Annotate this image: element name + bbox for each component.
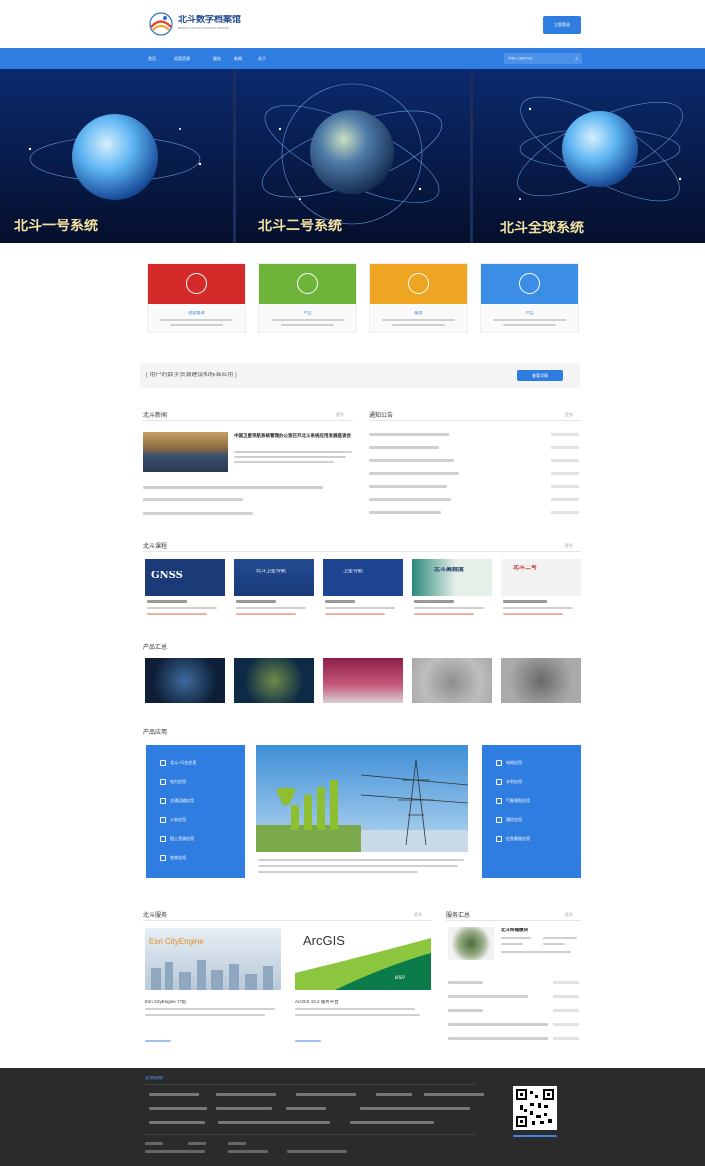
header-action-button[interactable]: 立即登录: [543, 16, 581, 34]
service-product-title[interactable]: 北斗终端模块: [501, 928, 528, 933]
item-icon: [496, 798, 502, 804]
eye-icon: [519, 273, 540, 294]
nav-item-about[interactable]: 关于: [258, 56, 266, 62]
nav-item-home[interactable]: 首页: [148, 56, 156, 62]
solutions-left-item-5[interactable]: 国土资源应用: [160, 836, 194, 842]
search-input[interactable]: 请输入搜索内容 ⌕: [504, 53, 582, 64]
case-card-3[interactable]: 卫星导航: [323, 559, 403, 596]
news-right-title: 通知公告: [369, 413, 394, 419]
solutions-left-item-4[interactable]: 公安应用: [160, 817, 186, 823]
logo-text: 北斗数字档案馆: [178, 15, 242, 24]
banner: 北斗一号系统 北斗二号系统 北斗全球系统: [0, 69, 705, 243]
solutions-left-item-6[interactable]: 农林应用: [160, 855, 186, 861]
solutions-right-item-5[interactable]: 应急救援应用: [496, 836, 530, 842]
item-icon: [160, 817, 166, 823]
nav-item-service[interactable]: 服务: [213, 56, 221, 62]
bottom-left-more[interactable]: 更多: [414, 912, 422, 918]
service-card-1-caption[interactable]: Esri CityEngine 介绍: [145, 1000, 186, 1005]
search-placeholder: 请输入搜索内容: [508, 57, 533, 60]
notice-bar: [ 用户的数字资源建设和标准应用 ] 查看详情: [140, 363, 580, 388]
service-card-1-image[interactable]: Esri CityEngine: [145, 928, 281, 990]
item-icon: [496, 836, 502, 842]
nav-item-news[interactable]: 新闻: [234, 56, 242, 62]
item-icon: [160, 836, 166, 842]
banner-graphic: [0, 69, 705, 243]
service-product-image[interactable]: [448, 927, 494, 960]
item-icon: [160, 855, 166, 861]
feature-title-2: 产品: [303, 311, 312, 315]
home-icon: [408, 273, 429, 294]
nav-bar: 首页 档案资源 服务 新闻 关于 请输入搜索内容 ⌕: [0, 48, 705, 69]
bottom-right-more[interactable]: 更多: [565, 912, 573, 918]
solutions-right-item-3[interactable]: 气象预报应用: [496, 798, 530, 804]
case-card-5[interactable]: 北斗二号: [501, 559, 581, 596]
solutions-right-item-1[interactable]: 电网应用: [496, 760, 522, 766]
feature-card-4[interactable]: 产品: [480, 263, 579, 333]
feature-title-1: 档案查询: [188, 311, 205, 315]
notice-text: [ 用户的数字资源建设和标准应用 ]: [146, 372, 237, 378]
case-card-2[interactable]: 北斗卫星导航: [234, 559, 314, 596]
solutions-left-menu: 北斗+行业应用 电力应用 交通运输应用 公安应用 国土资源应用 农林应用: [146, 745, 245, 878]
case-card-4[interactable]: 北斗高精度: [412, 559, 492, 596]
solutions-left-item-1[interactable]: 北斗+行业应用: [160, 760, 196, 766]
news-left-title: 北斗新闻: [143, 413, 168, 419]
bottom-right-title: 服务汇总: [446, 913, 471, 919]
products-title: 产品汇总: [143, 645, 168, 651]
product-image-5[interactable]: [501, 658, 581, 703]
item-icon: [496, 817, 502, 823]
solutions-left-item-2[interactable]: 电力应用: [160, 779, 186, 785]
product-image-1[interactable]: [145, 658, 225, 703]
archive-icon: [186, 273, 207, 294]
item-icon: [496, 760, 502, 766]
news-left-more[interactable]: 更多: [336, 412, 344, 418]
product-image-3[interactable]: [323, 658, 403, 703]
case-card-1[interactable]: GNSS: [145, 559, 225, 596]
news-right-more[interactable]: 更多: [565, 412, 573, 418]
item-icon: [496, 779, 502, 785]
solutions-right-item-2[interactable]: 水利应用: [496, 779, 522, 785]
item-icon: [160, 779, 166, 785]
banner-label-1: 北斗一号系统: [14, 219, 98, 233]
bottom-left-title: 北斗服务: [143, 913, 168, 919]
footer: 友情链接: [0, 1068, 705, 1166]
cases-more[interactable]: 更多: [565, 543, 573, 549]
item-icon: [160, 798, 166, 804]
header: 北斗数字档案馆 BEIDOU DIGITAL ARCHIVE CENTER 立即…: [0, 0, 705, 48]
solutions-image[interactable]: [256, 745, 468, 852]
nav-item-resources[interactable]: 档案资源: [174, 56, 190, 62]
banner-label-3: 北斗全球系统: [500, 221, 584, 235]
qr-code-icon: [513, 1086, 557, 1130]
logo-icon[interactable]: [147, 10, 175, 36]
solutions-right-menu: 电网应用 水利应用 气象预报应用 通信应用 应急救援应用: [482, 745, 581, 878]
cases-title: 北斗课程: [143, 544, 168, 550]
solutions-title: 产品应用: [143, 730, 168, 736]
solutions-right-item-4[interactable]: 通信应用: [496, 817, 522, 823]
service-card-2-caption[interactable]: ArcGIS 10.2 服务平台: [295, 1000, 339, 1005]
feature-card-2[interactable]: 产品: [258, 263, 357, 333]
feature-card-1[interactable]: 档案查询: [147, 263, 246, 333]
notice-button[interactable]: 查看详情: [517, 370, 563, 381]
product-image-4[interactable]: [412, 658, 492, 703]
search-icon[interactable]: ⌕: [575, 56, 578, 62]
product-image-2[interactable]: [234, 658, 314, 703]
product-icon: [297, 273, 318, 294]
news-thumb[interactable]: [143, 432, 228, 472]
service-card-2-image[interactable]: ArcGIS esri: [295, 928, 431, 990]
news-headline[interactable]: 中国卫星导航系统管理办公室召开北斗系统应用发展座谈会: [234, 433, 354, 445]
item-icon: [160, 760, 166, 766]
footer-title: 友情链接: [145, 1076, 163, 1080]
feature-title-4: 产品: [525, 311, 534, 315]
banner-label-2: 北斗二号系统: [258, 219, 342, 233]
logo-subtext: BEIDOU DIGITAL ARCHIVE CENTER: [178, 27, 229, 30]
page-root: 北斗数字档案馆 BEIDOU DIGITAL ARCHIVE CENTER 立即…: [0, 0, 705, 1166]
feature-card-3[interactable]: 服务: [369, 263, 468, 333]
feature-title-3: 服务: [414, 311, 423, 315]
solutions-left-item-3[interactable]: 交通运输应用: [160, 798, 194, 804]
